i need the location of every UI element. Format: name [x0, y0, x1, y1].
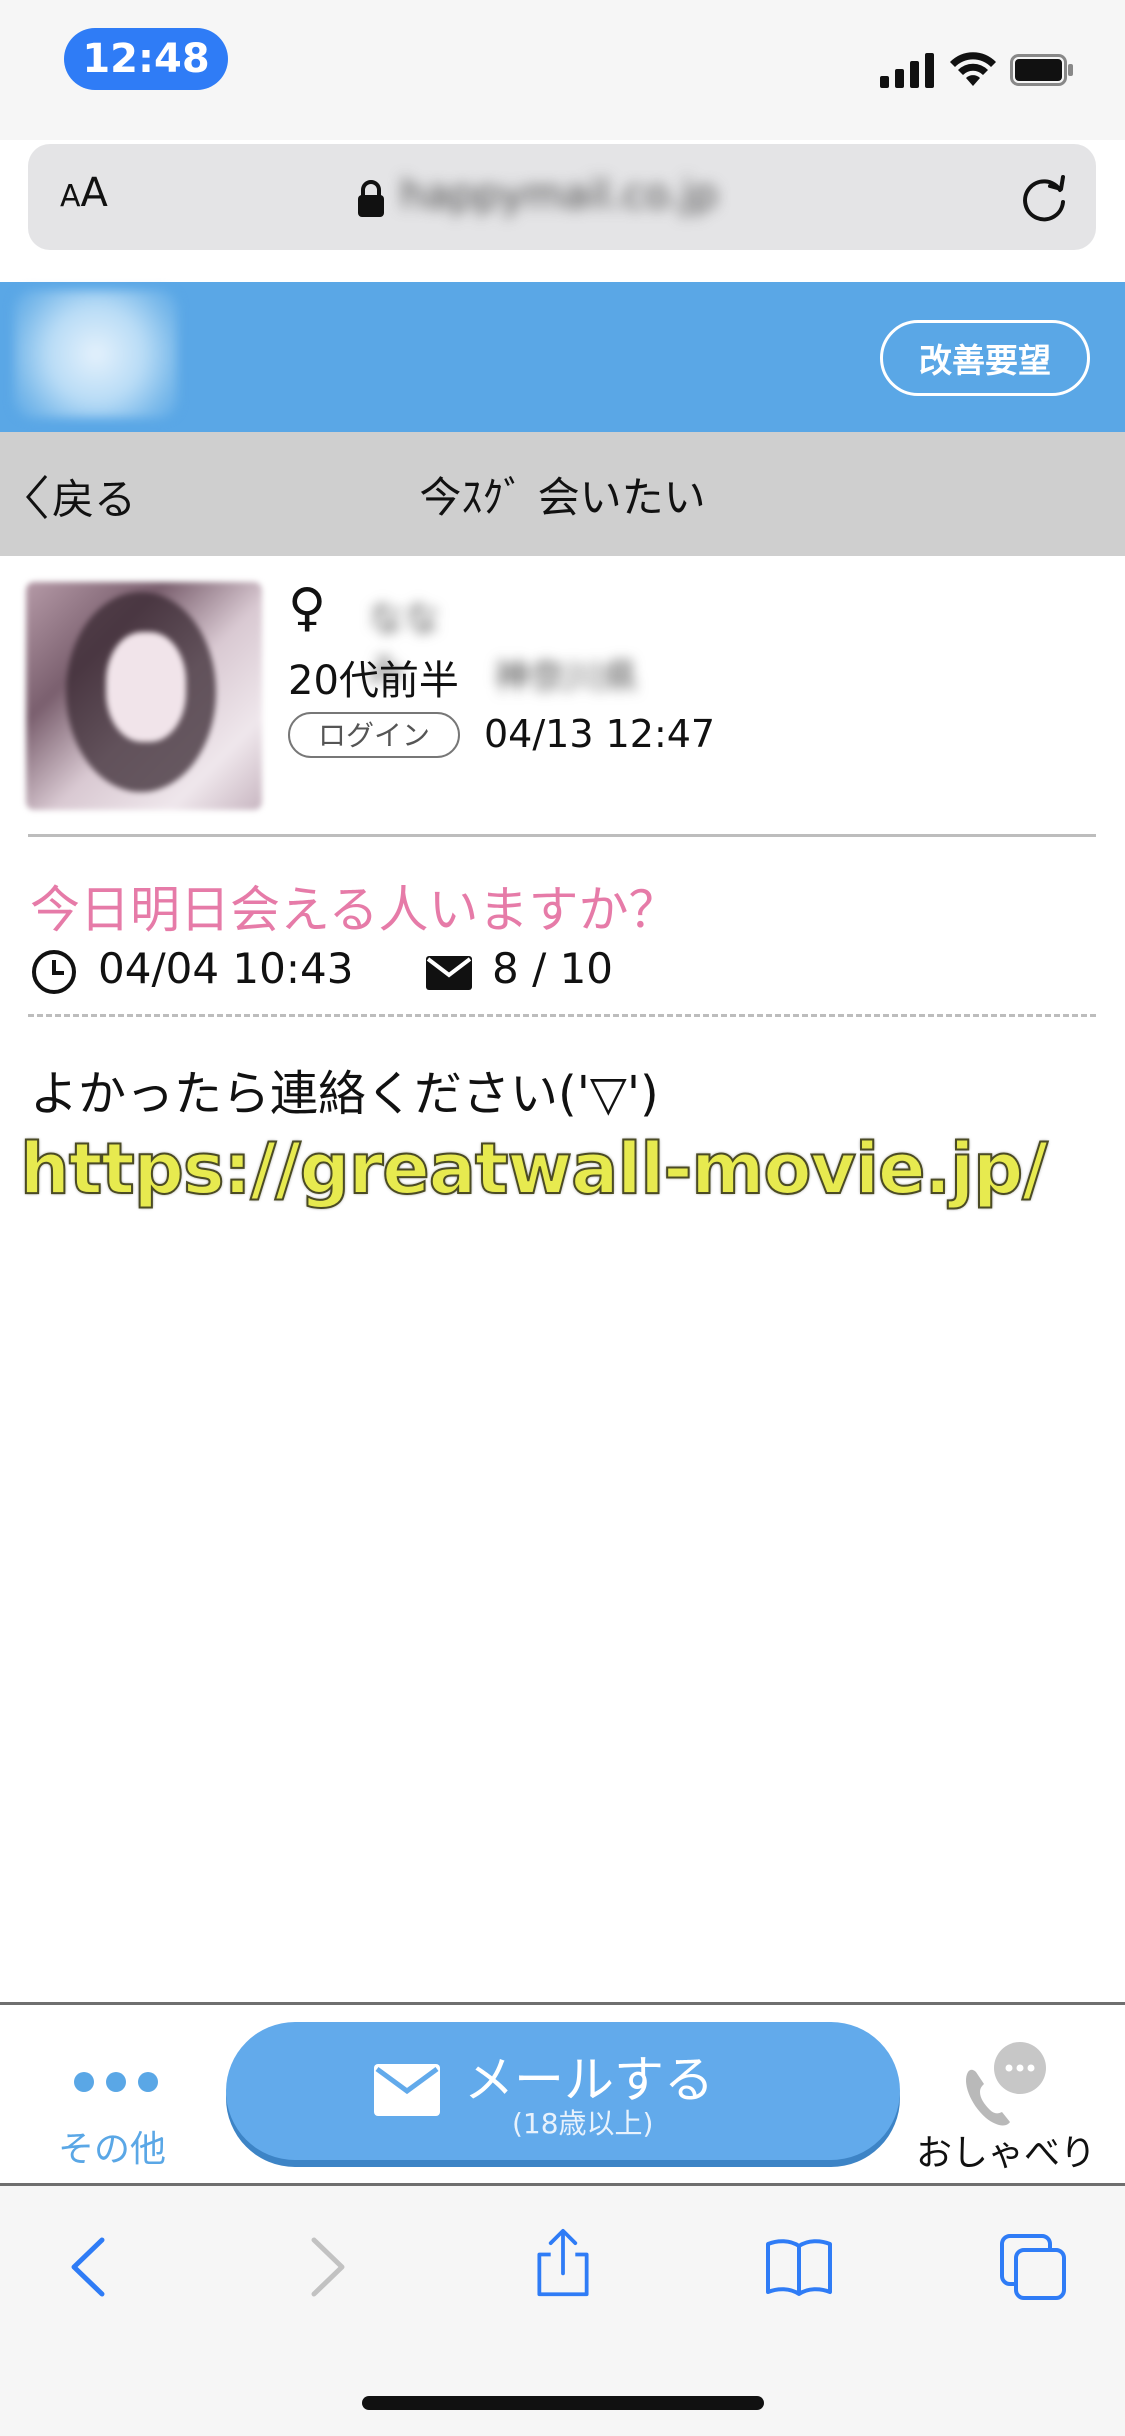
post-body: よかったら連絡ください('▽') — [30, 1066, 659, 1122]
gender-symbol: ♀ — [288, 578, 327, 638]
profile-age: 20代前半 — [288, 658, 459, 704]
back-arrow-icon[interactable] — [56, 2232, 126, 2302]
login-time: 04/13 12:47 — [484, 712, 716, 756]
cellular-signal-icon — [880, 52, 936, 88]
reload-icon[interactable] — [1014, 168, 1074, 228]
more-icon[interactable] — [74, 2072, 164, 2096]
status-time: 12:48 — [64, 28, 228, 90]
tabs-icon[interactable] — [998, 2232, 1068, 2302]
profile-area: 神奈川県 — [494, 657, 639, 698]
dashed-divider — [28, 1014, 1096, 1017]
improvement-request-button[interactable]: 改善要望 — [880, 320, 1090, 396]
other-label[interactable]: その他 — [58, 2120, 166, 2172]
url-text[interactable]: happymail.co.jp — [400, 172, 770, 222]
mail-count: 8 / 10 — [492, 944, 614, 993]
post-date: 04/04 10:43 — [98, 944, 354, 993]
home-indicator — [362, 2396, 764, 2410]
chevron-left-icon — [26, 474, 48, 519]
profile-avatar[interactable] — [26, 582, 262, 810]
clock-icon — [32, 950, 76, 994]
talk-label[interactable]: おしゃべり — [916, 2124, 1096, 2176]
login-badge: ログイン — [288, 712, 460, 758]
profile-name: ななみ — [368, 599, 441, 692]
send-mail-age-note: (18歳以上) — [512, 2107, 654, 2140]
envelope-icon — [374, 2064, 440, 2116]
forward-arrow-icon[interactable] — [290, 2232, 360, 2302]
wifi-icon — [950, 52, 996, 86]
phone-chat-icon[interactable] — [960, 2042, 1050, 2128]
back-label: 戻る — [52, 475, 137, 524]
back-button[interactable]: 戻る — [22, 466, 136, 527]
post-title: 今日明日会える人いますか？ — [30, 881, 679, 939]
site-logo[interactable] — [14, 290, 178, 418]
lock-icon — [358, 180, 384, 217]
bookmarks-icon[interactable] — [764, 2232, 834, 2302]
watermark-text: https://greatwall-movie.jp/ — [19, 1127, 1049, 1211]
mail-icon — [426, 956, 472, 990]
text-size-button[interactable]: AA — [60, 170, 108, 216]
page-title: 今ｽｸﾞ 会いたい — [419, 473, 706, 522]
divider — [28, 834, 1096, 837]
share-icon[interactable] — [528, 2228, 598, 2298]
battery-icon — [1010, 54, 1073, 86]
